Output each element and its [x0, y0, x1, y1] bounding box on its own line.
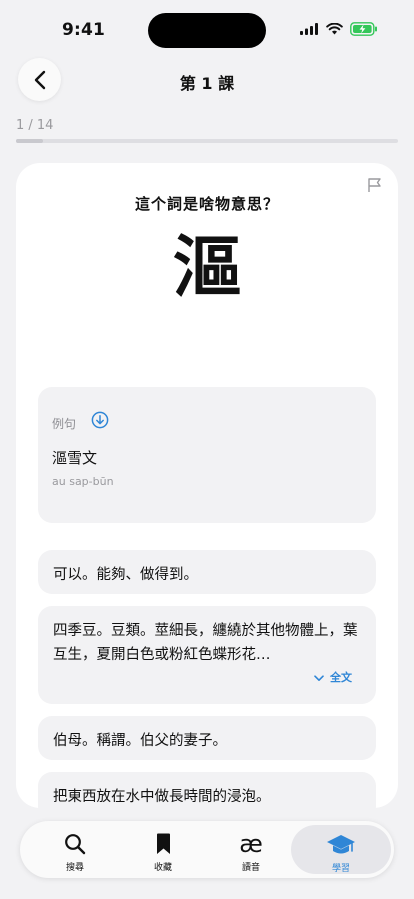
example-sentence-box: 例句 漚雪文 au sap-būn — [38, 387, 376, 523]
answer-option-text: 把東西放在水中做長時間的浸泡。 — [53, 789, 271, 805]
wifi-icon — [326, 23, 343, 35]
status-icons — [300, 22, 378, 36]
example-romanization: au sap-būn — [52, 475, 114, 488]
tab-label: 學習 — [331, 864, 350, 874]
answer-option-text: 可以。能夠、做得到。 — [53, 567, 198, 583]
example-text: 漚雪文 — [52, 449, 98, 467]
tab-label: 讀音 — [241, 863, 260, 873]
progress-label: 1 / 14 — [16, 118, 54, 133]
status-bar: 9:41 — [0, 0, 414, 56]
answer-option-text: 四季豆。豆類。莖細長，纏繞於其他物體上，葉互生，夏開白色或粉紅色蝶形花… — [53, 623, 358, 663]
vocab-word: 漚 — [172, 229, 241, 308]
dynamic-island — [148, 13, 266, 48]
play-audio-button[interactable] — [91, 411, 109, 433]
flag-icon — [368, 178, 381, 192]
expand-label: 全文 — [330, 671, 352, 684]
tab-label: 收藏 — [153, 863, 172, 873]
answer-option-1[interactable]: 可以。能夠、做得到。 — [38, 550, 376, 594]
chevron-down-icon — [314, 674, 324, 681]
search-icon — [65, 834, 86, 855]
tab-bookmarks[interactable]: 收藏 — [118, 821, 208, 878]
signal-icon — [300, 23, 318, 35]
tab-search[interactable]: 搜尋 — [30, 821, 120, 878]
ae-icon: æ — [239, 830, 263, 858]
example-label: 例句 — [52, 417, 77, 431]
status-time: 9:41 — [62, 20, 106, 40]
answer-option-4[interactable]: 把東西放在水中做長時間的浸泡。 — [38, 772, 376, 808]
expand-full-text-button[interactable]: 全文 — [314, 666, 352, 690]
progress-bar — [16, 139, 398, 143]
download-circle-icon — [91, 411, 109, 429]
page-title: 第 1 課 — [179, 74, 235, 93]
tab-label: 搜尋 — [65, 863, 84, 873]
tab-pronunciation[interactable]: æ 讀音 — [206, 821, 296, 878]
bookmark-icon — [156, 833, 170, 854]
tab-learn[interactable]: 學習 — [291, 825, 391, 874]
battery-charging-icon — [350, 22, 377, 36]
answer-option-3[interactable]: 伯母。稱謂。伯父的妻子。 — [38, 716, 376, 760]
graduation-cap-icon — [327, 835, 355, 854]
progress-fill — [16, 139, 44, 143]
tab-bar: 搜尋 收藏 æ 讀音 學習 — [20, 821, 394, 878]
answer-option-2[interactable]: 四季豆。豆類。莖細長，纏繞於其他物體上，葉互生，夏開白色或粉紅色蝶形花… 全文 — [38, 606, 376, 704]
answer-option-text: 伯母。稱謂。伯父的妻子。 — [53, 733, 227, 749]
question-prompt: 這个詞是啥物意思？ — [134, 195, 279, 213]
question-card: 這个詞是啥物意思？ 漚 例句 漚雪文 au sap-būn 可以。能夠、做得到。… — [16, 163, 398, 808]
